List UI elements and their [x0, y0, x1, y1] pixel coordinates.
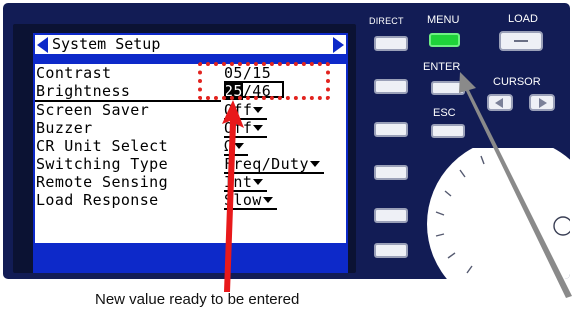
grey-pointer-arrow: [459, 72, 572, 298]
caption: New value ready to be entered: [95, 291, 300, 308]
figure: System Setup Contrast 05/15 Brightness 2…: [0, 0, 573, 313]
red-arrow: [222, 100, 244, 292]
annotation-overlay: [222, 72, 572, 298]
